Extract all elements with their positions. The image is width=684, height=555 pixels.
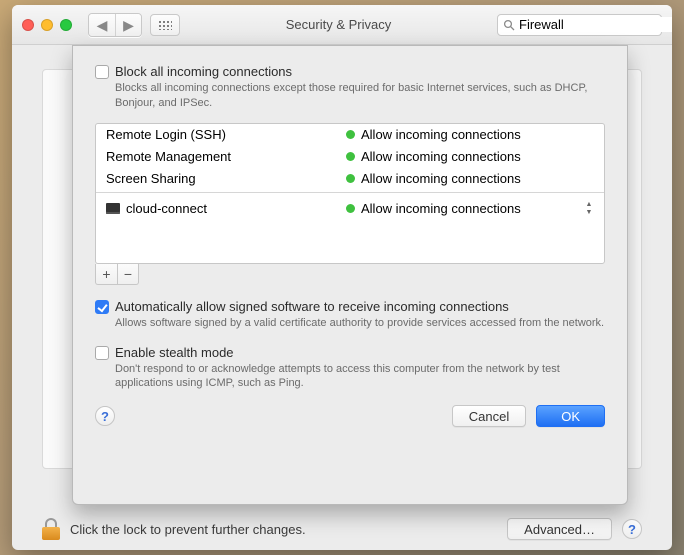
lock-message: Click the lock to prevent further change… xyxy=(70,522,306,537)
lock-bar: Click the lock to prevent further change… xyxy=(42,518,642,540)
status-dot-icon xyxy=(346,204,355,213)
help-button[interactable]: ? xyxy=(622,519,642,539)
service-name: Screen Sharing xyxy=(106,171,346,186)
stealth-row: Enable stealth mode Don't respond to or … xyxy=(95,345,605,392)
status-dot-icon xyxy=(346,152,355,161)
auto-allow-row: Automatically allow signed software to r… xyxy=(95,299,605,331)
back-button[interactable]: ◀ xyxy=(89,14,115,36)
auto-allow-checkbox[interactable] xyxy=(95,300,109,314)
nav-back-forward: ◀ ▶ xyxy=(88,13,142,37)
cancel-button[interactable]: Cancel xyxy=(452,405,526,427)
prefs-window: ◀ ▶ Security & Privacy ✕ Block all incom… xyxy=(12,5,672,550)
status-dot-icon xyxy=(346,130,355,139)
app-icon xyxy=(106,203,120,214)
list-item[interactable]: Screen Sharing Allow incoming connection… xyxy=(96,168,604,190)
block-all-checkbox[interactable] xyxy=(95,65,109,79)
window-title: Security & Privacy xyxy=(188,17,489,32)
grid-icon xyxy=(158,20,172,30)
help-button[interactable]: ? xyxy=(95,406,115,426)
status-dot-icon xyxy=(346,174,355,183)
service-name: Remote Management xyxy=(106,149,346,164)
list-item[interactable]: Remote Login (SSH) Allow incoming connec… xyxy=(96,124,604,146)
service-status: Allow incoming connections xyxy=(361,127,521,142)
search-field[interactable]: ✕ xyxy=(497,14,662,36)
service-name: Remote Login (SSH) xyxy=(106,127,346,142)
status-popup-button[interactable]: ▲ ▼ xyxy=(584,201,594,217)
forward-button[interactable]: ▶ xyxy=(115,14,141,36)
app-status: Allow incoming connections xyxy=(361,201,521,216)
ok-button[interactable]: OK xyxy=(536,405,605,427)
auto-allow-label: Automatically allow signed software to r… xyxy=(115,299,605,314)
block-all-label: Block all incoming connections xyxy=(115,64,605,79)
list-item[interactable]: Remote Management Allow incoming connect… xyxy=(96,146,604,168)
service-status: Allow incoming connections xyxy=(361,171,521,186)
block-all-desc: Blocks all incoming connections except t… xyxy=(115,81,605,111)
add-button[interactable]: + xyxy=(96,264,117,284)
show-all-button[interactable] xyxy=(150,14,180,36)
zoom-icon[interactable] xyxy=(60,19,72,31)
chevron-up-icon: ▲ xyxy=(584,201,594,209)
minimize-icon[interactable] xyxy=(41,19,53,31)
lock-icon[interactable] xyxy=(42,518,60,540)
chevron-down-icon: ▼ xyxy=(584,209,594,217)
block-all-checkbox-row: Block all incoming connections Blocks al… xyxy=(95,64,605,111)
advanced-button[interactable]: Advanced… xyxy=(507,518,612,540)
search-icon xyxy=(503,19,515,31)
stealth-desc: Don't respond to or acknowledge attempts… xyxy=(115,362,605,392)
stealth-label: Enable stealth mode xyxy=(115,345,605,360)
remove-button[interactable]: − xyxy=(117,264,138,284)
close-icon[interactable] xyxy=(22,19,34,31)
app-name: cloud-connect xyxy=(126,201,207,216)
list-item[interactable]: cloud-connect Allow incoming connections… xyxy=(96,195,604,223)
traffic-lights xyxy=(22,19,72,31)
search-input[interactable] xyxy=(519,17,672,32)
auto-allow-desc: Allows software signed by a valid certif… xyxy=(115,316,605,331)
firewall-options-sheet: Block all incoming connections Blocks al… xyxy=(72,45,628,505)
firewall-app-list: Remote Login (SSH) Allow incoming connec… xyxy=(95,123,605,264)
service-status: Allow incoming connections xyxy=(361,149,521,164)
stealth-checkbox[interactable] xyxy=(95,346,109,360)
titlebar: ◀ ▶ Security & Privacy ✕ xyxy=(12,5,672,45)
add-remove-segment: + − xyxy=(95,264,139,285)
